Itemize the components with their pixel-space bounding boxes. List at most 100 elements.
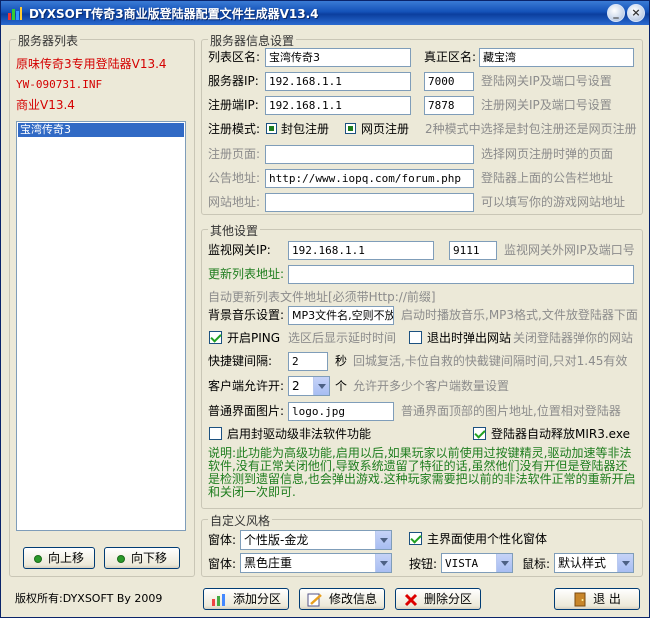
monitor-hint: 监视网关外网IP及端口号 [504, 243, 635, 257]
exit-popup-checkbox[interactable] [409, 331, 422, 344]
monitor-port-input[interactable]: 9111 [449, 241, 497, 260]
main-window: DYXSOFT传奇3商业版登陆器配置文件生成器V13.4 _ × 服务器列表 原… [0, 0, 650, 618]
hotkey-unit: 秒 [335, 354, 348, 368]
move-up-label: 向上移 [47, 551, 84, 565]
bgm-input[interactable]: MP3文件名,空则不放 [288, 306, 394, 325]
titlebar[interactable]: DYXSOFT传奇3商业版登陆器配置文件生成器V13.4 _ × [1, 1, 649, 25]
hotkey-hint: 回城复活,卡位自救的快截键间隔时间,只对1.45有效 [353, 354, 628, 368]
chevron-down-icon[interactable] [375, 531, 391, 549]
bgm-label: 背景音乐设置: [208, 308, 285, 322]
reg-ip-label: 注册端IP: [208, 98, 259, 112]
reg-page-label: 注册页面: [208, 147, 261, 161]
auto-release-checkbox[interactable] [473, 427, 486, 440]
delete-zone-button[interactable]: 删除分区 [395, 588, 481, 610]
auto-release-label: 登陆器自动释放MIR3.exe [491, 427, 630, 441]
hotkey-input[interactable]: 2 [288, 352, 328, 371]
bullet-icon [33, 554, 42, 563]
monitor-ip-label: 监视网关IP: [208, 243, 271, 257]
real-name-label: 真正区名: [424, 50, 477, 64]
packet-reg-radio[interactable] [266, 123, 277, 134]
ui-image-label: 普通界面图片: [208, 404, 285, 418]
server-list-group-title: 服务器列表 [16, 32, 81, 49]
driver-block-label: 启用封驱动级非法软件功能 [227, 427, 372, 441]
exit-popup-hint: 关闭登陆器弹你的网站 [513, 331, 634, 345]
server-port-input[interactable]: 7000 [424, 72, 474, 91]
web-reg-radio[interactable] [345, 123, 356, 134]
add-zone-label: 添加分区 [232, 592, 281, 606]
minimize-icon: _ [613, 6, 619, 19]
server-ip-label: 服务器IP: [208, 74, 259, 88]
delete-x-icon [404, 593, 418, 606]
window-style-select[interactable]: 个性版-金龙 [240, 530, 392, 550]
edition-label: 商业V13.4 [16, 98, 75, 112]
minimize-button[interactable]: _ [607, 4, 625, 22]
exit-popup-label: 退出时弹出网站 [427, 331, 512, 345]
update-list-input[interactable] [288, 265, 634, 284]
list-name-input[interactable]: 宝湾传奇3 [265, 48, 411, 67]
reg-mode-hint: 2种模式中选择是封包注册还是网页注册 [425, 122, 637, 136]
edit-info-button[interactable]: 修改信息 [299, 588, 385, 610]
website-label: 网站地址: [208, 195, 261, 209]
chevron-down-icon[interactable] [496, 554, 512, 572]
reg-ip-hint: 注册网关IP及端口号设置 [481, 98, 612, 112]
chart-icon [211, 593, 225, 606]
notice-label: 公告地址: [208, 171, 261, 185]
window-theme-value: 黑色庄重 [244, 556, 293, 570]
list-name-label: 列表区名: [208, 50, 261, 64]
update-list-hint: 自动更新列表文件地址[必须带Http://前缀] [208, 290, 436, 304]
packet-reg-label: 封包注册 [281, 122, 330, 136]
close-button[interactable]: × [627, 4, 645, 22]
clients-select-value: 2 [292, 379, 300, 393]
list-item[interactable]: 宝湾传奇3 [18, 123, 184, 137]
ui-image-input[interactable]: logo.jpg [288, 402, 394, 421]
copyright-text: 版权所有:DYXSOFT By 2009 [15, 592, 163, 605]
website-input[interactable] [265, 193, 474, 212]
move-up-button[interactable]: 向上移 [23, 547, 95, 569]
driver-block-checkbox[interactable] [209, 427, 222, 440]
personal-window-checkbox[interactable] [409, 532, 422, 545]
reg-page-input[interactable] [265, 145, 474, 164]
button-style-label: 按钮: [409, 557, 438, 571]
chevron-down-icon[interactable] [375, 554, 391, 572]
edit-icon [307, 593, 322, 606]
clients-label: 客户端允许开: [208, 379, 285, 393]
ui-image-hint: 普通界面顶部的图片地址,位置相对登陆器 [401, 404, 621, 418]
ping-hint: 选区后显示延时时间 [288, 331, 397, 345]
window-theme-select[interactable]: 黑色庄重 [240, 553, 392, 573]
chevron-down-icon[interactable] [313, 377, 329, 395]
server-ip-hint: 登陆网关IP及端口号设置 [481, 74, 612, 88]
clients-hint: 允许开多少个客户端数量设置 [353, 379, 510, 393]
move-down-button[interactable]: 向下移 [104, 547, 180, 569]
ping-checkbox[interactable] [209, 331, 222, 344]
window-title: DYXSOFT传奇3商业版登陆器配置文件生成器V13.4 [29, 7, 319, 21]
server-listbox[interactable]: 宝湾传奇3 [16, 121, 186, 531]
delete-zone-label: 删除分区 [423, 592, 472, 606]
real-name-input[interactable]: 藏宝湾 [479, 48, 634, 67]
button-style-value: VISTA [445, 557, 479, 570]
window-theme-label: 窗体: [208, 557, 237, 571]
door-exit-icon [574, 592, 586, 607]
ping-label: 开启PING [227, 331, 281, 345]
reg-mode-label: 注册模式: [208, 122, 261, 136]
inf-file-label: YW-090731.INF [16, 78, 103, 91]
server-ip-input[interactable]: 192.168.1.1 [265, 72, 411, 91]
feature-description: 说明:此功能为高级功能,启用以后,如果玩家以前使用过按键精灵,驱动加速等非法软件… [208, 446, 636, 499]
exit-button[interactable]: 退 出 [554, 588, 640, 610]
move-down-label: 向下移 [130, 551, 167, 565]
notice-input[interactable]: http://www.iopq.com/forum.php [265, 169, 474, 188]
server-info-group-title: 服务器信息设置 [208, 32, 297, 49]
reg-port-input[interactable]: 7878 [424, 96, 474, 115]
launcher-version-label: 原味传奇3专用登陆器V13.4 [16, 57, 167, 71]
bgm-hint: 启动时播放音乐,MP3格式,文件放登陆器下面 [401, 308, 638, 322]
chevron-down-icon[interactable] [617, 554, 633, 572]
button-style-select[interactable]: VISTA [441, 553, 513, 573]
other-settings-group-title: 其他设置 [208, 222, 261, 239]
exit-label: 退 出 [593, 592, 621, 606]
clients-select[interactable]: 2 [288, 376, 330, 396]
monitor-ip-input[interactable]: 192.168.1.1 [288, 241, 434, 260]
add-zone-button[interactable]: 添加分区 [203, 588, 289, 610]
close-icon: × [631, 6, 641, 19]
app-icon [8, 7, 22, 20]
reg-ip-input[interactable]: 192.168.1.1 [265, 96, 411, 115]
cursor-style-select[interactable]: 默认样式 [554, 553, 634, 573]
